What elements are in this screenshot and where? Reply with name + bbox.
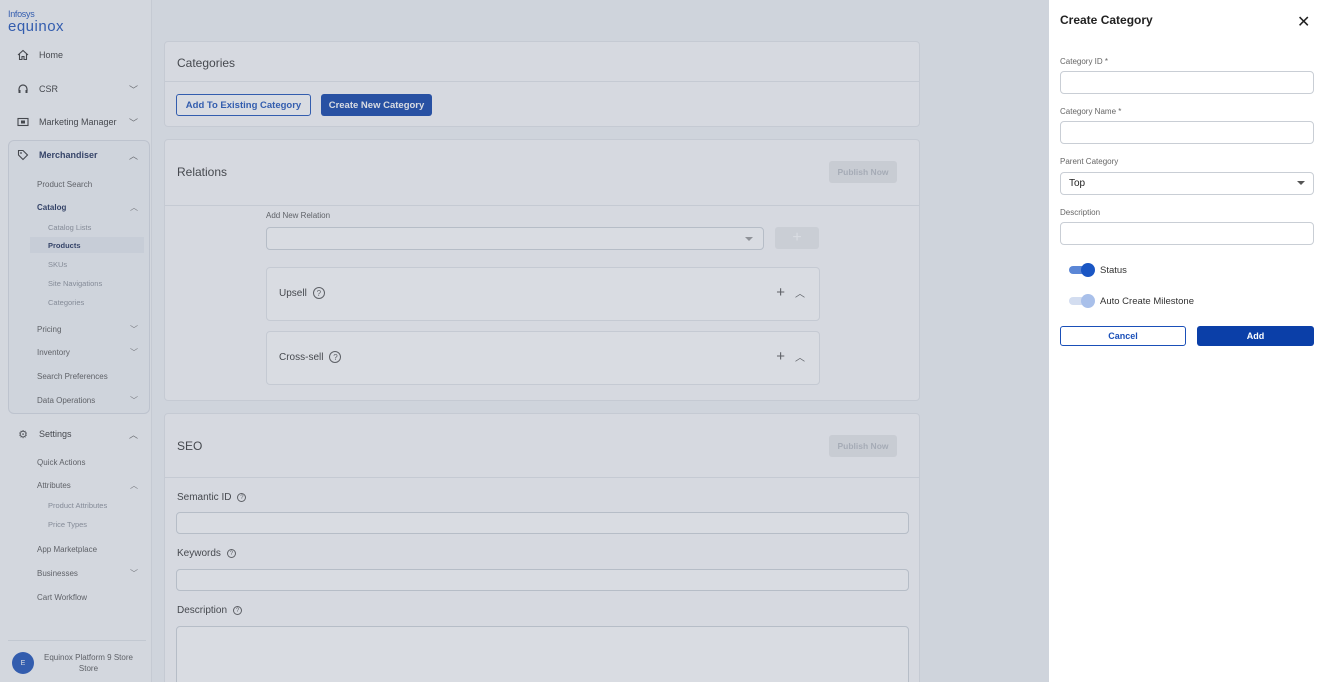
dropdown-caret-icon <box>1297 181 1305 185</box>
status-label: Status <box>1100 265 1127 276</box>
auto-create-milestone-toggle[interactable] <box>1069 294 1095 308</box>
create-category-drawer: Create Category ✕ Category ID * Category… <box>1049 0 1326 682</box>
parent-category-select[interactable]: Top <box>1060 172 1314 195</box>
cancel-button[interactable]: Cancel <box>1060 326 1186 346</box>
parent-category-label: Parent Category <box>1060 157 1119 166</box>
description-input[interactable] <box>1060 222 1314 245</box>
parent-category-value: Top <box>1069 178 1086 189</box>
add-button[interactable]: Add <box>1197 326 1314 346</box>
category-id-label-row: Category ID * <box>1060 57 1108 66</box>
close-icon[interactable]: ✕ <box>1297 12 1310 32</box>
category-name-input[interactable] <box>1060 121 1314 144</box>
description-label: Description <box>1060 208 1101 217</box>
category-id-label: Category ID <box>1060 57 1103 66</box>
status-toggle[interactable] <box>1069 263 1095 277</box>
auto-create-milestone-label: Auto Create Milestone <box>1100 296 1194 307</box>
category-id-input[interactable] <box>1060 71 1314 94</box>
toggle-thumb <box>1081 263 1095 277</box>
category-name-label: Category Name <box>1060 107 1117 116</box>
modal-backdrop[interactable] <box>0 0 1049 682</box>
toggle-thumb <box>1081 294 1095 308</box>
drawer-title: Create Category <box>1060 13 1153 27</box>
required-marker: * <box>1104 57 1109 66</box>
required-marker: * <box>1118 107 1122 116</box>
category-name-label-row: Category Name * <box>1060 107 1121 116</box>
